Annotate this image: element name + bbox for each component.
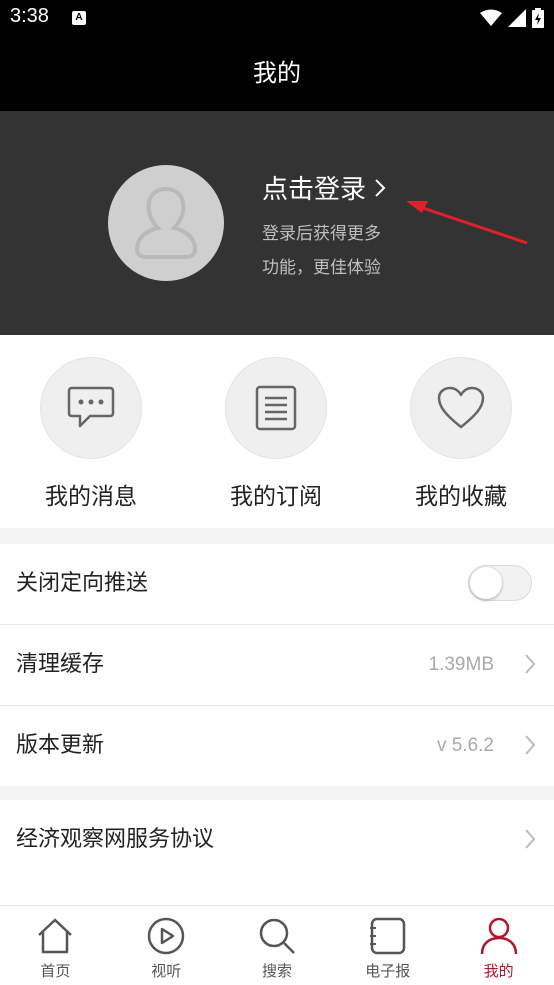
targeted-push-label: 关闭定向推送 — [16, 571, 149, 596]
tab-label: 搜索 — [261, 962, 292, 980]
version-value: v 5.6.2 — [436, 735, 494, 756]
tab-home[interactable]: 首页 — [0, 906, 111, 985]
targeted-push-row: 关闭定向推送 — [0, 544, 554, 625]
subscription-icon — [255, 385, 297, 431]
page-title: 我的 — [253, 59, 301, 87]
tab-media[interactable]: 视听 — [111, 906, 222, 985]
messages-circle — [40, 357, 142, 459]
tab-label: 电子报 — [365, 962, 411, 980]
service-agreement-label: 经济观察网服务协议 — [16, 827, 215, 852]
chevron-right-icon — [525, 654, 536, 674]
bottom-tab-bar: 首页 视听 搜索 电子报 我的 — [0, 905, 554, 985]
status-icons — [480, 8, 544, 28]
message-icon — [67, 386, 115, 428]
quick-action-label: 我的订阅 — [230, 484, 322, 510]
title-bar: 我的 — [0, 36, 554, 111]
epaper-icon — [369, 917, 406, 955]
tab-label: 我的 — [483, 962, 514, 980]
quick-action-label: 我的收藏 — [415, 484, 507, 510]
login-label: 点击登录 — [262, 175, 367, 205]
user-icon — [480, 917, 517, 955]
quick-action-favorites[interactable]: 我的收藏 — [386, 357, 536, 511]
clear-cache-label: 清理缓存 — [16, 652, 105, 677]
chevron-right-icon — [525, 829, 536, 849]
search-icon — [259, 918, 295, 954]
version-update-row[interactable]: 版本更新 v 5.6.2 — [0, 706, 554, 786]
clear-cache-row[interactable]: 清理缓存 1.39MB — [0, 625, 554, 706]
annotation-arrow-icon — [406, 201, 528, 245]
profile-section: 点击登录 登录后获得更多 功能，更佳体验 — [0, 111, 554, 335]
service-agreement-row[interactable]: 经济观察网服务协议 — [0, 800, 554, 880]
wifi-icon — [480, 9, 502, 26]
tab-label: 首页 — [40, 962, 71, 980]
tab-epaper[interactable]: 电子报 — [332, 906, 443, 985]
version-update-label: 版本更新 — [16, 733, 105, 758]
cache-size-value: 1.39MB — [428, 654, 494, 675]
favorites-circle — [410, 357, 512, 459]
tab-label: 视听 — [151, 962, 182, 980]
toggle-knob — [470, 567, 502, 599]
settings-group-2: 经济观察网服务协议 — [0, 800, 554, 905]
login-subtitle-line1: 登录后获得更多 — [262, 224, 381, 244]
quick-action-label: 我的消息 — [45, 484, 137, 510]
login-link[interactable]: 点击登录 — [262, 169, 386, 206]
avatar-placeholder-icon — [134, 186, 198, 259]
settings-group: 关闭定向推送 清理缓存 1.39MB 版本更新 v 5.6.2 — [0, 544, 554, 786]
quick-actions: 我的消息 我的订阅 我的收藏 — [0, 335, 554, 528]
tab-mine[interactable]: 我的 — [443, 906, 554, 985]
quick-action-subscriptions[interactable]: 我的订阅 — [201, 357, 351, 511]
login-subtitle-line2: 功能，更佳体验 — [262, 258, 381, 278]
quick-action-messages[interactable]: 我的消息 — [16, 357, 166, 511]
tab-search[interactable]: 搜索 — [222, 906, 333, 985]
chevron-right-icon — [375, 178, 386, 197]
targeted-push-toggle[interactable] — [468, 565, 532, 601]
home-icon — [38, 918, 73, 954]
signal-icon — [508, 9, 526, 27]
subscriptions-circle — [225, 357, 327, 459]
notification-icon: A — [72, 11, 86, 25]
battery-icon — [532, 8, 544, 28]
chevron-right-icon — [525, 735, 536, 755]
heart-icon — [437, 386, 485, 429]
play-icon — [147, 917, 185, 955]
status-time: 3:38 — [10, 5, 49, 27]
avatar[interactable] — [108, 165, 224, 281]
status-bar: 3:38 A — [0, 0, 554, 36]
